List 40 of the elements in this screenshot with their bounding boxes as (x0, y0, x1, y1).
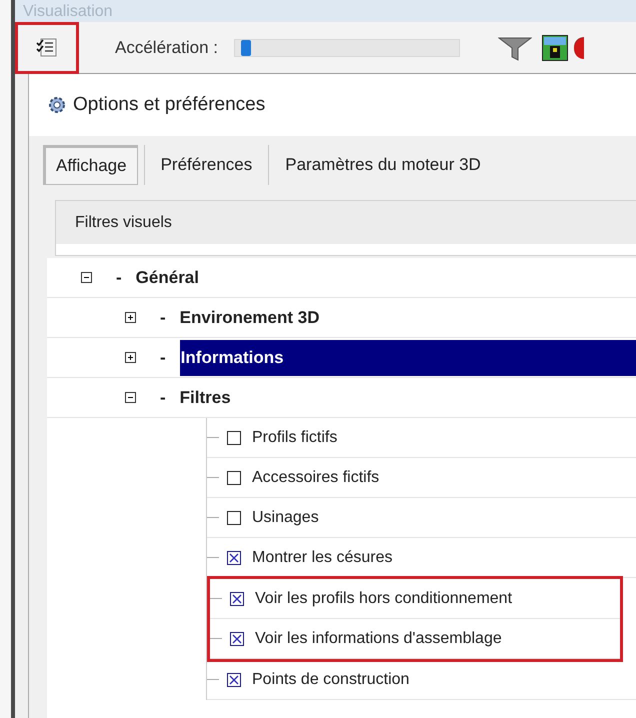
checklist-icon (36, 38, 58, 58)
option-label: Accessoires fictifs (252, 468, 380, 488)
tree-dash: - (116, 266, 122, 289)
tree-node-label[interactable]: Filtres (180, 380, 231, 416)
checked-checkbox[interactable] (227, 672, 241, 686)
tree-node-label[interactable]: Informations (180, 340, 636, 376)
dialog-title: Options et préférences (73, 92, 266, 117)
checkbox[interactable] (227, 470, 241, 484)
expand-icon[interactable] (125, 312, 136, 323)
tree-node-label[interactable]: Général (136, 260, 199, 296)
slider-thumb[interactable] (241, 40, 252, 56)
expand-icon[interactable] (125, 352, 136, 363)
collapse-icon[interactable] (81, 272, 92, 283)
option-label: Profils fictifs (252, 428, 338, 448)
checkbox[interactable] (227, 510, 241, 524)
option-label: Points de construction (252, 670, 410, 690)
tab[interactable]: Paramètres du moteur 3D (275, 145, 491, 185)
checked-checkbox[interactable] (227, 550, 241, 564)
tree-dash: - (160, 306, 166, 329)
checked-checkbox[interactable] (230, 592, 244, 606)
checklist-button[interactable] (15, 22, 79, 74)
collapse-icon[interactable] (125, 392, 136, 403)
option-label: Voir les informations d'assemblage (255, 628, 502, 648)
option-label: Voir les profils hors conditionnement (255, 588, 512, 608)
acceleration-slider[interactable] (234, 38, 460, 56)
acceleration-label: Accélération : (115, 36, 218, 59)
tab[interactable]: Préférences (150, 145, 262, 185)
tree-node-label[interactable]: Environement 3D (180, 300, 320, 336)
gear-icon (47, 95, 67, 115)
option-label: Usinages (252, 508, 319, 528)
save-icon[interactable] (542, 34, 568, 60)
tab[interactable]: Affichage (43, 145, 138, 185)
toolbar-icon[interactable] (574, 36, 584, 58)
group-title: Filtres visuels (75, 212, 172, 232)
checked-checkbox[interactable] (230, 632, 244, 646)
option-label: Montrer les césures (252, 548, 392, 568)
filter-icon[interactable] (498, 34, 532, 60)
checkbox[interactable] (227, 430, 241, 444)
tree-dash: - (160, 386, 166, 409)
tree-dash: - (160, 346, 166, 369)
